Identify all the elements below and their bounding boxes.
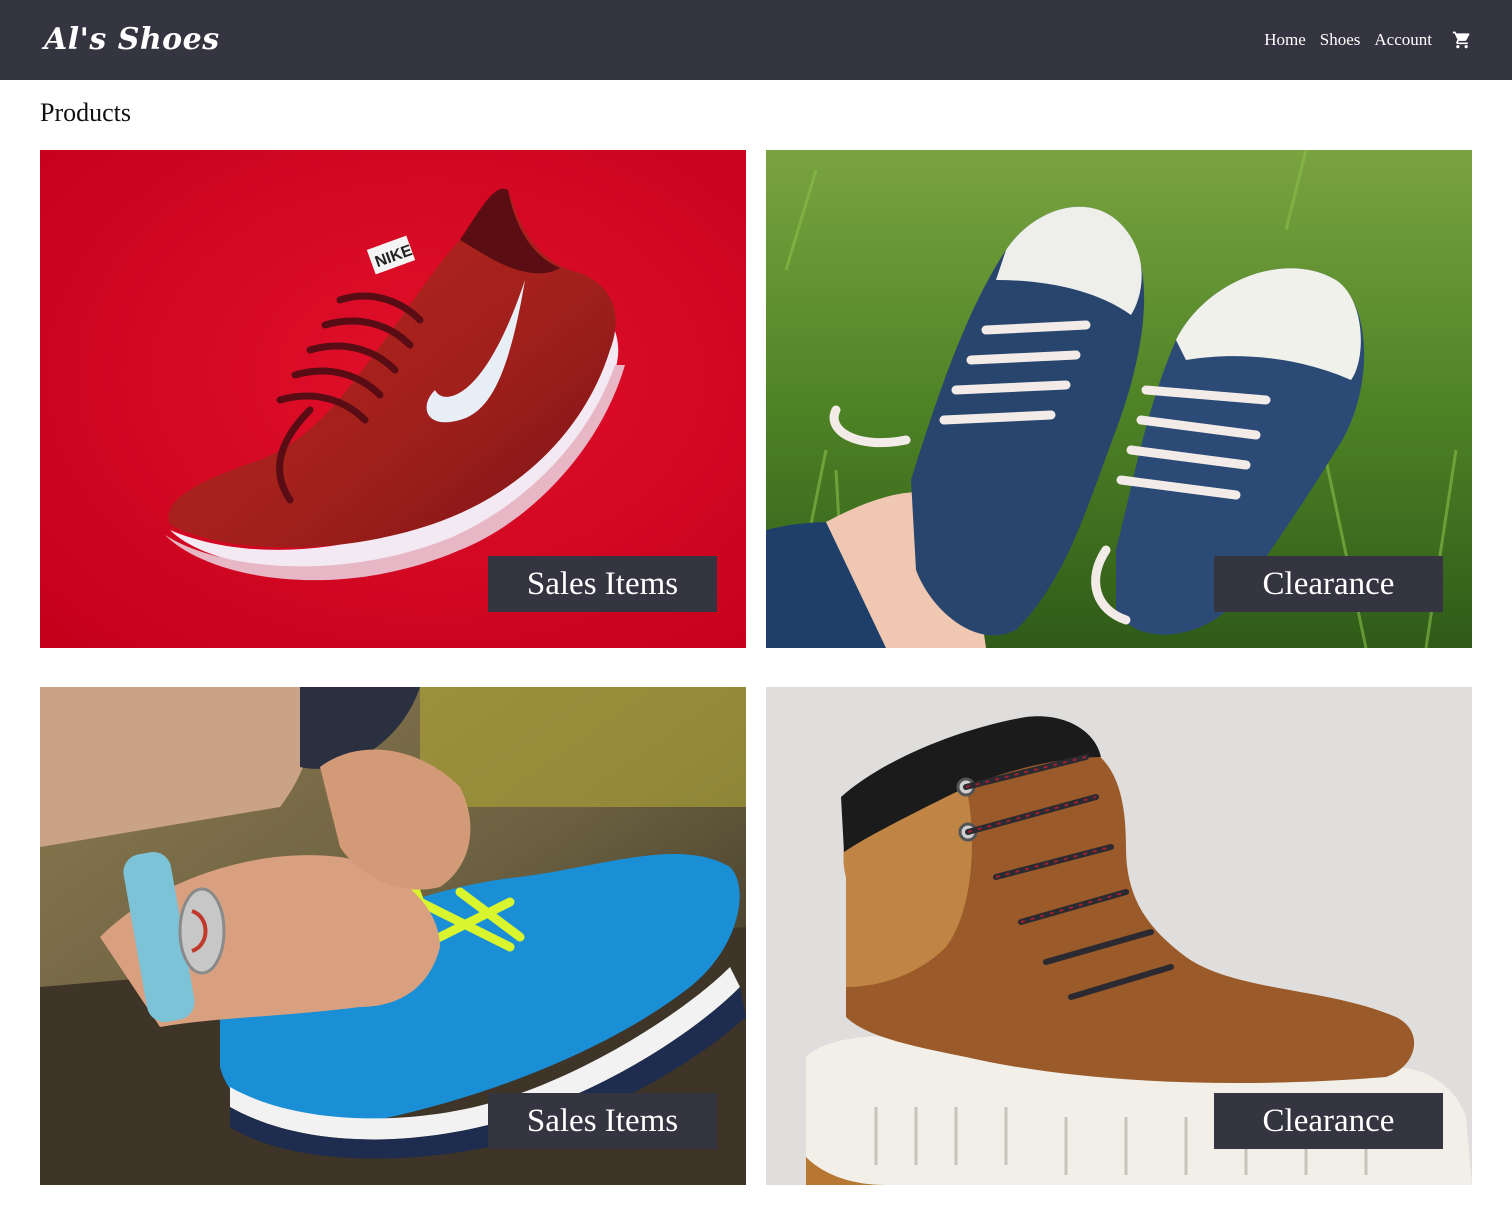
product-tile-clearance[interactable]: Clearance bbox=[766, 687, 1472, 1185]
tile-label[interactable]: Clearance bbox=[1214, 556, 1443, 612]
product-tile-clearance[interactable]: Clearance bbox=[766, 150, 1472, 648]
tile-label[interactable]: Clearance bbox=[1214, 1093, 1443, 1149]
nav-home-link[interactable]: Home bbox=[1264, 28, 1306, 52]
product-tile-sales-items[interactable]: NIKE Sales Items bbox=[40, 150, 746, 648]
tile-label[interactable]: Sales Items bbox=[488, 556, 717, 612]
site-logo[interactable]: Al's Shoes bbox=[44, 18, 220, 62]
nav-shoes-link[interactable]: Shoes bbox=[1320, 28, 1361, 52]
tile-label[interactable]: Sales Items bbox=[488, 1093, 717, 1149]
main-nav: Home Shoes Account bbox=[1264, 25, 1472, 55]
page-title: Products bbox=[40, 98, 131, 127]
nav-account-link[interactable]: Account bbox=[1374, 28, 1432, 52]
product-tile-sales-items[interactable]: Sales Items bbox=[40, 687, 746, 1185]
top-navbar: Al's Shoes Home Shoes Account bbox=[0, 0, 1512, 80]
shopping-cart-icon[interactable] bbox=[1452, 30, 1472, 50]
